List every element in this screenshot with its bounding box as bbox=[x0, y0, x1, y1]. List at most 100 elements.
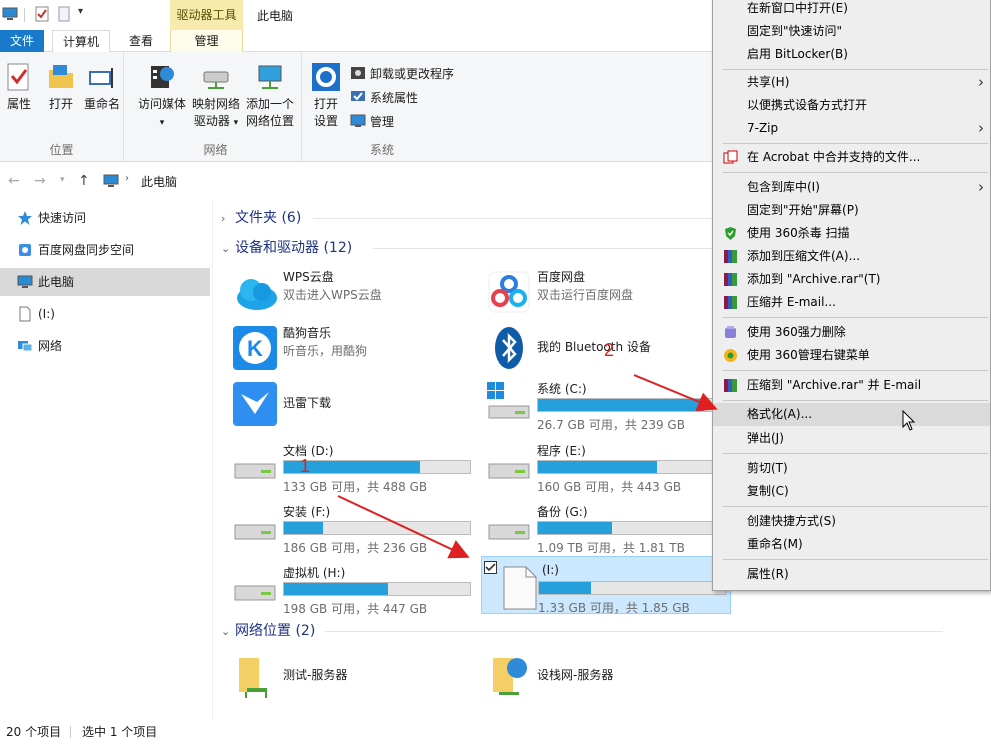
back-arrow-icon[interactable]: ← bbox=[8, 173, 20, 189]
menu-item-pin-to-start[interactable]: 固定到"开始"屏幕(P) bbox=[713, 199, 990, 222]
drive-free-space: 160 GB 可用，共 443 GB bbox=[537, 480, 682, 494]
system-drive-icon bbox=[487, 382, 530, 419]
tab-file[interactable]: 文件 bbox=[0, 30, 44, 52]
menu-item-rename[interactable]: 重命名(M) bbox=[713, 533, 990, 556]
new-folder-quick-icon[interactable] bbox=[56, 6, 72, 22]
annotation-step-2: 2 bbox=[604, 340, 615, 360]
tile-wps-cloud[interactable]: WPS云盘 双击进入WPS云盘 bbox=[223, 262, 473, 320]
menu-separator bbox=[723, 453, 988, 454]
uninstall-program-button[interactable]: 卸载或更改程序 bbox=[350, 64, 454, 84]
drive-usage-bar bbox=[537, 460, 725, 474]
tab-view[interactable]: 查看 bbox=[116, 30, 166, 52]
menu-separator bbox=[723, 69, 988, 70]
map-network-drive-button[interactable]: 映射网络 驱动器 ▾ bbox=[190, 62, 242, 132]
menu-item-open-new-window[interactable]: 在新窗口中打开(E) bbox=[713, 0, 990, 20]
mouse-cursor-icon bbox=[902, 410, 916, 431]
quick-access-dropdown-icon[interactable]: ▾ bbox=[78, 6, 83, 17]
tile-name: 酷狗音乐 bbox=[283, 326, 332, 340]
nav-item-quick-access[interactable]: 快速访问 bbox=[0, 204, 210, 232]
360-shredder-icon bbox=[725, 326, 736, 338]
menu-item-360-scan[interactable]: 使用 360杀毒 扫描 bbox=[713, 222, 990, 245]
uninstall-icon bbox=[351, 67, 365, 79]
menu-item-cut[interactable]: 剪切(T) bbox=[713, 457, 990, 480]
menu-separator bbox=[723, 400, 988, 401]
network-icon bbox=[18, 341, 33, 352]
menu-item-properties[interactable]: 属性(R) bbox=[713, 563, 990, 586]
breadcrumb[interactable]: 此电脑 bbox=[141, 173, 177, 190]
rename-button[interactable]: 重命名 bbox=[82, 62, 122, 113]
menu-item-format[interactable]: 格式化(A)... bbox=[713, 403, 990, 426]
tile-drive-f[interactable]: 安装 (F:) 186 GB 可用，共 236 GB bbox=[223, 497, 473, 555]
menu-item-copy[interactable]: 复制(C) bbox=[713, 480, 990, 503]
tile-baidu-netdisk[interactable]: 百度网盘 双击运行百度网盘 bbox=[477, 262, 727, 320]
tab-computer[interactable]: 计算机 bbox=[52, 30, 110, 53]
menu-item-include-in-library[interactable]: 包含到库中(I) › bbox=[713, 176, 990, 199]
drive-icon bbox=[234, 524, 276, 540]
chevron-down-icon: ⌄ bbox=[221, 625, 231, 638]
menu-item-7zip[interactable]: 7-Zip › bbox=[713, 117, 990, 140]
winrar-icon bbox=[724, 379, 737, 392]
properties-button[interactable]: 属性 bbox=[4, 62, 34, 113]
menu-item-eject[interactable]: 弹出(J) bbox=[713, 427, 990, 450]
submenu-arrow-icon: › bbox=[978, 73, 984, 91]
winrar-icon bbox=[724, 296, 737, 309]
menu-item-add-to-archive[interactable]: 添加到压缩文件(A)... bbox=[713, 245, 990, 268]
tile-drive-c[interactable]: 系统 (C:) 26.7 GB 可用，共 239 GB bbox=[477, 374, 727, 432]
tile-drive-i[interactable]: (I:) 1.33 GB 可用，共 1.85 GB bbox=[481, 556, 731, 615]
bluetooth-icon bbox=[495, 327, 523, 369]
menu-item-360-force-delete[interactable]: 使用 360强力删除 bbox=[713, 321, 990, 344]
tile-name: (I:) bbox=[542, 563, 559, 577]
forward-arrow-icon[interactable]: → bbox=[34, 173, 46, 189]
nav-item-drive-i[interactable]: (I:) bbox=[0, 300, 210, 328]
menu-item-acrobat-combine[interactable]: 在 Acrobat 中合并支持的文件... bbox=[713, 146, 990, 169]
drive-icon bbox=[19, 306, 31, 322]
open-button[interactable]: 打开 bbox=[44, 62, 78, 113]
tile-drive-h[interactable]: 虚拟机 (H:) 198 GB 可用，共 447 GB bbox=[223, 558, 473, 616]
tile-bluetooth[interactable]: 我的 Bluetooth 设备 bbox=[477, 318, 727, 376]
ribbon-group-system-label: 系统 bbox=[369, 143, 394, 157]
menu-item-compress-email[interactable]: 压缩并 E-mail... bbox=[713, 291, 990, 314]
menu-separator bbox=[723, 370, 988, 371]
open-settings-button[interactable]: 打开 设置 bbox=[308, 62, 344, 130]
ribbon-group-network-label: 网络 bbox=[203, 143, 228, 157]
menu-item-pin-quick-access[interactable]: 固定到"快速访问" bbox=[713, 20, 990, 43]
tab-manage[interactable]: 管理 bbox=[170, 30, 243, 52]
menu-item-create-shortcut[interactable]: 创建快捷方式(S) bbox=[713, 510, 990, 533]
drive-icon bbox=[234, 463, 276, 479]
breadcrumb-separator-icon[interactable]: › bbox=[125, 173, 129, 184]
group-header-devices[interactable]: ⌄ 设备和驱动器 (12) bbox=[221, 238, 352, 258]
tile-name: WPS云盘 bbox=[283, 270, 334, 284]
tile-xunlei[interactable]: 迅雷下载 bbox=[223, 374, 473, 432]
manage-button[interactable]: 管理 bbox=[350, 112, 394, 132]
menu-separator bbox=[723, 559, 988, 560]
tile-kugou-music[interactable]: K 酷狗音乐 听音乐，用酷狗 bbox=[223, 318, 473, 376]
chevron-down-icon: ⌄ bbox=[221, 242, 231, 255]
drive-usage-bar bbox=[283, 460, 471, 474]
winrar-icon bbox=[724, 250, 737, 263]
tile-subtitle: 双击进入WPS云盘 bbox=[283, 288, 382, 302]
ribbon-group-location: 属性 打开 重命名 位置 bbox=[0, 52, 124, 162]
system-properties-button[interactable]: 系统属性 bbox=[350, 88, 418, 108]
menu-item-compress-archive-email[interactable]: 压缩到 "Archive.rar" 并 E-mail bbox=[713, 374, 990, 397]
recent-locations-chevron-icon[interactable]: ▾ bbox=[60, 175, 65, 185]
group-header-network-locations[interactable]: ⌄ 网络位置 (2) bbox=[221, 621, 315, 641]
group-header-folders[interactable]: › 文件夹 (6) bbox=[221, 208, 301, 228]
tile-drive-e[interactable]: 程序 (E:) 160 GB 可用，共 443 GB bbox=[477, 436, 727, 494]
menu-item-360-menu-manager[interactable]: 使用 360管理右键菜单 bbox=[713, 344, 990, 367]
navigation-pane: 快速访问 百度网盘同步空间 此电脑 (I:) 网络 bbox=[0, 200, 210, 720]
menu-item-add-to-archive-rar[interactable]: 添加到 "Archive.rar"(T) bbox=[713, 268, 990, 291]
menu-item-share[interactable]: 共享(H) › bbox=[713, 71, 990, 94]
up-arrow-icon[interactable]: ↑ bbox=[78, 173, 90, 189]
properties-quick-icon[interactable] bbox=[34, 6, 50, 22]
nav-item-network[interactable]: 网络 bbox=[0, 332, 210, 360]
add-network-location-button[interactable]: 添加一个 网络位置 bbox=[242, 62, 298, 130]
menu-item-enable-bitlocker[interactable]: 启用 BitLocker(B) bbox=[713, 43, 990, 66]
access-media-button[interactable]: 访问媒体 ▾ bbox=[136, 62, 188, 132]
tile-drive-g[interactable]: 备份 (G:) 1.09 TB 可用，共 1.81 TB bbox=[477, 497, 727, 555]
tile-drive-d[interactable]: 文档 (D:) 133 GB 可用，共 488 GB bbox=[223, 436, 473, 494]
tile-network-location[interactable]: 设栈网-服务器 bbox=[477, 646, 727, 704]
menu-item-open-as-portable[interactable]: 以便携式设备方式打开 bbox=[713, 94, 990, 117]
nav-item-baidu-sync[interactable]: 百度网盘同步空间 bbox=[0, 236, 210, 264]
nav-item-this-pc[interactable]: 此电脑 bbox=[0, 268, 210, 296]
tile-network-location[interactable]: 测试-服务器 bbox=[223, 646, 473, 704]
